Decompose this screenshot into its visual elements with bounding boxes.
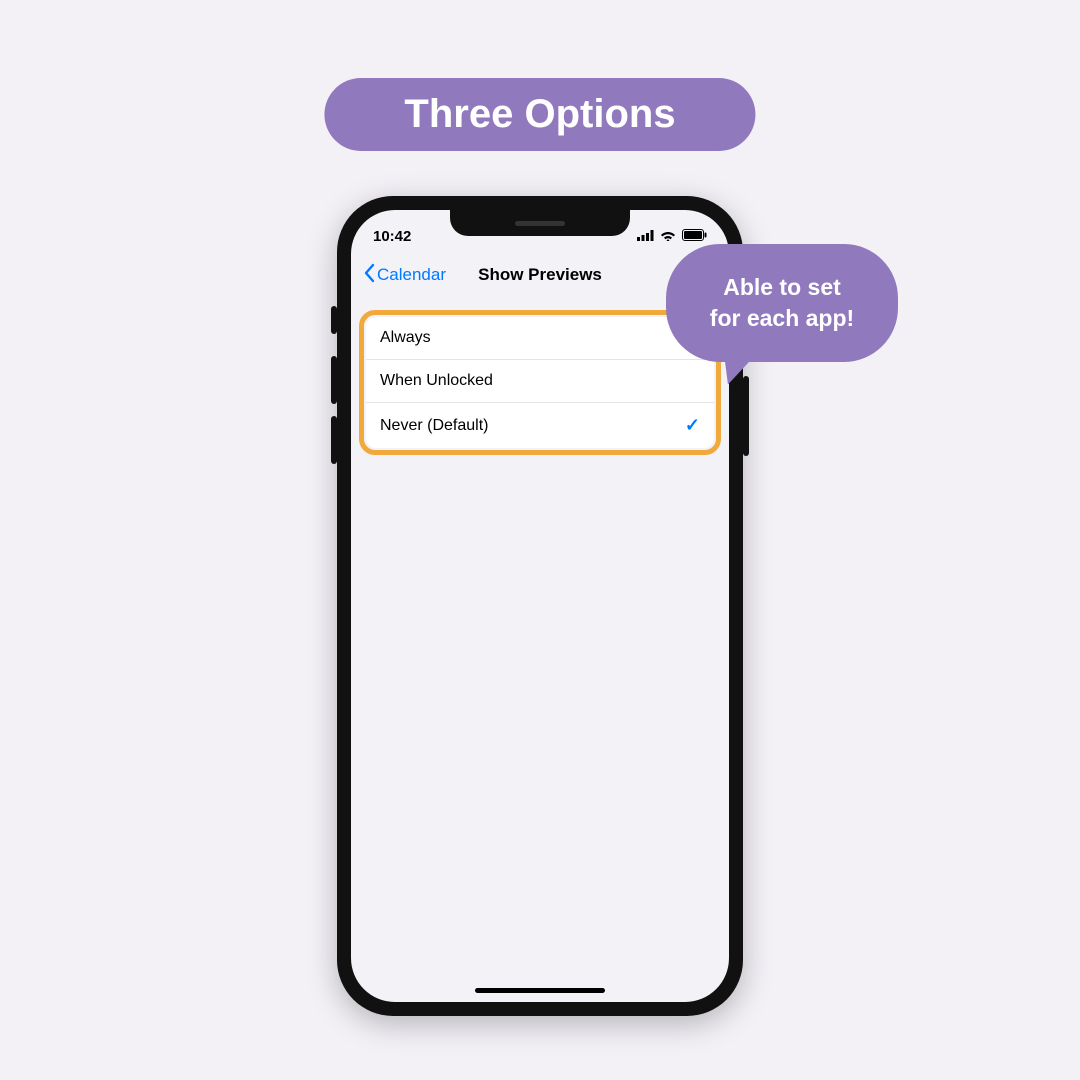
option-when-unlocked[interactable]: When Unlocked — [366, 360, 714, 403]
cellular-icon — [637, 228, 654, 245]
checkmark-icon: ✓ — [685, 415, 700, 436]
back-button[interactable]: Calendar — [363, 263, 446, 288]
speaker-grille — [515, 221, 565, 226]
wifi-icon — [660, 228, 676, 245]
status-right — [637, 228, 707, 245]
option-label: Always — [380, 329, 431, 347]
home-indicator[interactable] — [475, 988, 605, 993]
callout-text: Able to set for each app! — [710, 272, 854, 334]
phone-notch — [450, 210, 630, 236]
option-always[interactable]: Always — [366, 317, 714, 360]
option-label: When Unlocked — [380, 372, 493, 390]
chevron-left-icon — [363, 263, 375, 288]
status-time: 10:42 — [373, 228, 411, 245]
callout-bubble: Able to set for each app! — [666, 244, 898, 362]
page-title: Three Options — [404, 92, 675, 136]
volume-down-button[interactable] — [331, 416, 337, 464]
option-never[interactable]: Never (Default) ✓ — [366, 403, 714, 448]
nav-title: Show Previews — [478, 265, 602, 285]
page-title-pill: Three Options — [324, 78, 755, 151]
silence-switch[interactable] — [331, 306, 337, 334]
option-label: Never (Default) — [380, 417, 488, 435]
options-highlight-frame: Always When Unlocked Never (Default) ✓ — [359, 310, 721, 455]
volume-up-button[interactable] — [331, 356, 337, 404]
battery-icon — [682, 228, 707, 245]
back-label: Calendar — [377, 265, 446, 285]
options-list: Always When Unlocked Never (Default) ✓ — [366, 317, 714, 448]
